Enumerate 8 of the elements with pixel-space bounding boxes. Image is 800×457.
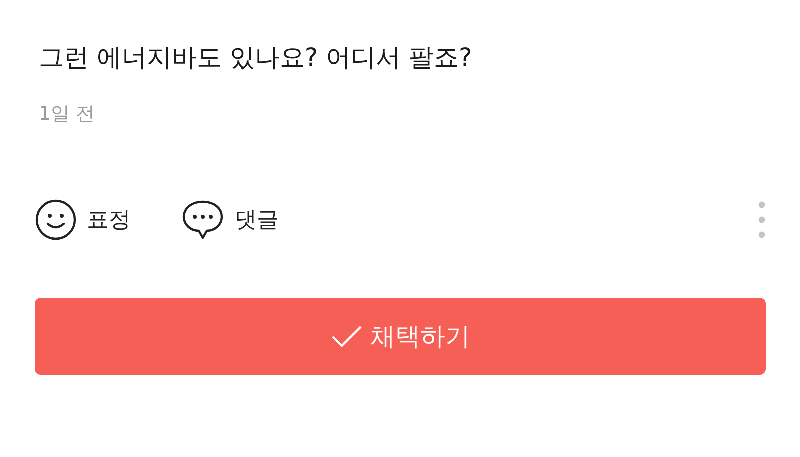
comment-button[interactable]: 댓글 [181, 199, 279, 241]
speech-bubble-icon [181, 199, 225, 241]
smiley-icon [35, 199, 77, 241]
question-text: 그런 에너지바도 있나요? 어디서 팔죠? [39, 42, 474, 74]
more-menu-icon[interactable] [758, 200, 766, 240]
reaction-button[interactable]: 표정 [35, 199, 131, 241]
post-time: 1일 전 [39, 102, 96, 127]
checkmark-icon [330, 324, 362, 348]
